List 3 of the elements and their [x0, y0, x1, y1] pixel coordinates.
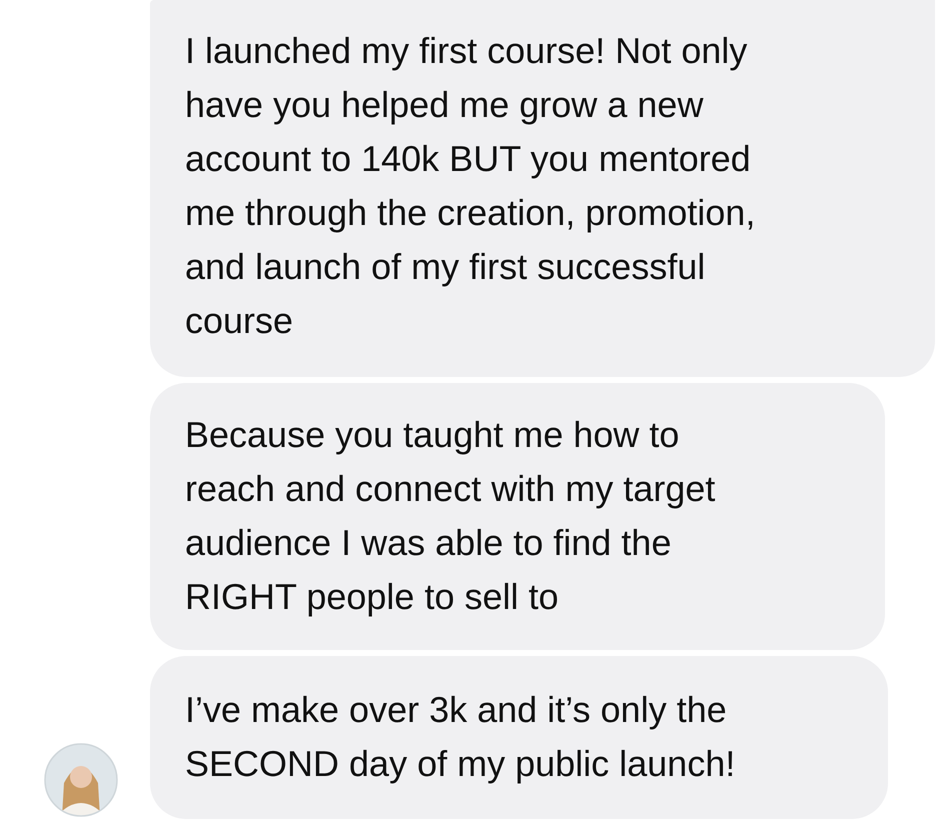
message-text: I’ve make over 3k and it’s only the SECOND day of my public launch!: [185, 688, 736, 786]
message-text: I launched my first course! Not only have you helped me grow a new account to 140k BUT you mentored me through the creation, promotion, and launch of my first successful course: [185, 29, 756, 343]
message-text: Because you taught me how to reach and connect with my target audience I was able to find the RIGHT people to sell to: [185, 413, 716, 619]
